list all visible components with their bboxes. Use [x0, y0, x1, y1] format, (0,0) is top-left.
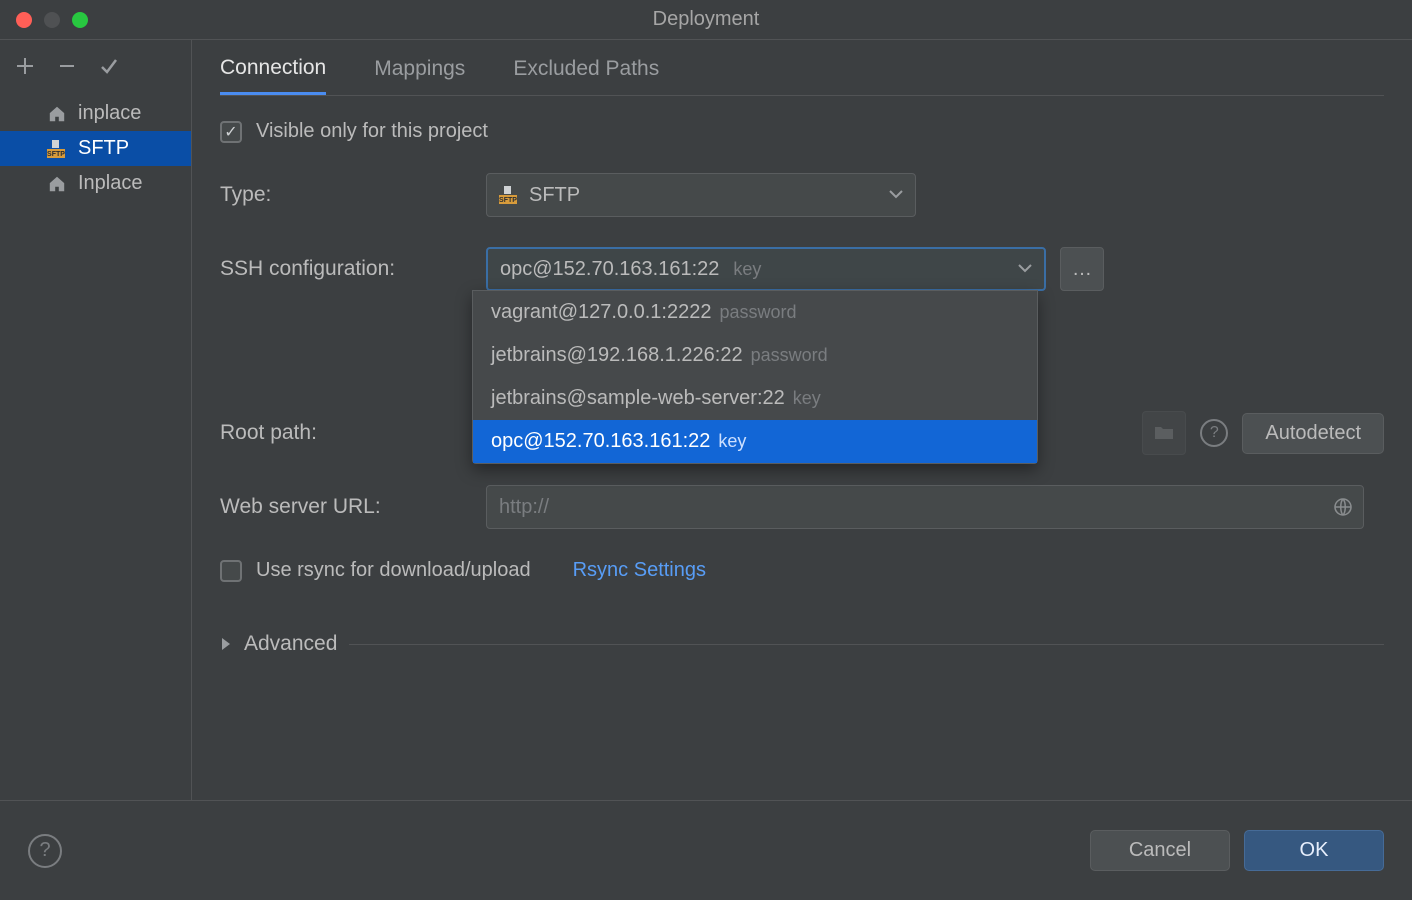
help-icon[interactable]: ? — [1200, 419, 1228, 447]
main: inplace SFTP SFTP Inplace Connection Map… — [0, 40, 1412, 800]
server-list: inplace SFTP SFTP Inplace — [0, 96, 191, 800]
rsync-row: Use rsync for download/upload Rsync Sett… — [220, 559, 1384, 582]
autodetect-button[interactable]: Autodetect — [1242, 413, 1384, 454]
ssh-label: SSH configuration: — [220, 257, 472, 281]
globe-icon[interactable] — [1333, 497, 1353, 517]
chevron-down-icon — [1018, 264, 1032, 274]
sftp-icon: SFTP — [46, 138, 68, 160]
advanced-section[interactable]: Advanced — [220, 612, 1384, 656]
home-icon — [46, 103, 68, 125]
ssh-option-auth: key — [793, 388, 821, 409]
web-url-label: Web server URL: — [220, 495, 472, 519]
add-icon[interactable] — [14, 55, 36, 77]
home-icon — [46, 173, 68, 195]
rsync-checkbox[interactable] — [220, 560, 242, 582]
ssh-select[interactable]: opc@152.70.163.161:22 key — [486, 247, 1046, 291]
ssh-option[interactable]: jetbrains@sample-web-server:22 key — [473, 377, 1037, 420]
window-title: Deployment — [0, 8, 1412, 31]
svg-text:SFTP: SFTP — [47, 151, 65, 158]
advanced-label: Advanced — [244, 632, 337, 656]
ssh-option[interactable]: jetbrains@192.168.1.226:22 password — [473, 334, 1037, 377]
ssh-browse-button[interactable]: … — [1060, 247, 1104, 291]
server-item-inplace-2[interactable]: Inplace — [0, 166, 191, 201]
sidebar: inplace SFTP SFTP Inplace — [0, 40, 192, 800]
server-item-inplace[interactable]: inplace — [0, 96, 191, 131]
web-url-row: Web server URL: http:// — [220, 485, 1384, 529]
type-value: SFTP — [529, 184, 580, 207]
ssh-option-selected[interactable]: opc@152.70.163.161:22 key — [473, 420, 1037, 463]
visible-row: Visible only for this project — [220, 120, 1384, 143]
rsync-settings-link[interactable]: Rsync Settings — [573, 559, 706, 582]
divider — [349, 644, 1384, 645]
ssh-value: opc@152.70.163.161:22 — [500, 258, 719, 281]
tab-mappings[interactable]: Mappings — [374, 43, 465, 93]
sidebar-toolbar — [0, 40, 191, 96]
ok-button[interactable]: OK — [1244, 830, 1384, 871]
titlebar: Deployment — [0, 0, 1412, 40]
web-url-value: http:// — [499, 496, 549, 519]
ssh-option-value: vagrant@127.0.0.1:2222 — [491, 301, 711, 324]
tab-connection[interactable]: Connection — [220, 42, 326, 95]
help-button[interactable]: ? — [28, 834, 62, 868]
type-label: Type: — [220, 183, 472, 207]
root-path-label: Root path: — [220, 421, 472, 445]
chevron-down-icon — [889, 190, 903, 200]
ssh-row: SSH configuration: opc@152.70.163.161:22… — [220, 247, 1384, 291]
tab-excluded-paths[interactable]: Excluded Paths — [513, 43, 659, 93]
visible-label: Visible only for this project — [256, 120, 488, 143]
ssh-option-auth: key — [718, 431, 746, 452]
content: Connection Mappings Excluded Paths Visib… — [192, 40, 1412, 800]
ssh-option-value: jetbrains@sample-web-server:22 — [491, 387, 785, 410]
tabs: Connection Mappings Excluded Paths — [220, 40, 1384, 96]
ssh-auth-hint: key — [733, 259, 761, 280]
folder-icon — [1154, 425, 1174, 441]
ssh-option-auth: password — [719, 302, 796, 323]
rsync-label: Use rsync for download/upload — [256, 559, 531, 582]
web-url-input[interactable]: http:// — [486, 485, 1364, 529]
type-select[interactable]: SFTP SFTP — [486, 173, 916, 217]
server-label: inplace — [78, 102, 141, 125]
remove-icon[interactable] — [56, 55, 78, 77]
chevron-right-icon — [220, 637, 232, 651]
ssh-option[interactable]: vagrant@127.0.0.1:2222 password — [473, 291, 1037, 334]
ssh-option-auth: password — [751, 345, 828, 366]
ssh-option-value: opc@152.70.163.161:22 — [491, 430, 710, 453]
server-label: SFTP — [78, 137, 129, 160]
cancel-button[interactable]: Cancel — [1090, 830, 1230, 871]
ssh-dropdown: vagrant@127.0.0.1:2222 password jetbrain… — [472, 290, 1038, 464]
footer: ? Cancel OK — [0, 800, 1412, 900]
server-label: Inplace — [78, 172, 143, 195]
ssh-option-value: jetbrains@192.168.1.226:22 — [491, 344, 743, 367]
ellipsis-icon: … — [1072, 258, 1092, 281]
sftp-icon: SFTP — [499, 186, 519, 204]
root-browse-button[interactable] — [1142, 411, 1186, 455]
server-item-sftp[interactable]: SFTP SFTP — [0, 131, 191, 166]
type-row: Type: SFTP SFTP — [220, 173, 1384, 217]
svg-text:SFTP: SFTP — [499, 197, 517, 204]
check-icon[interactable] — [98, 55, 120, 77]
visible-checkbox[interactable] — [220, 121, 242, 143]
